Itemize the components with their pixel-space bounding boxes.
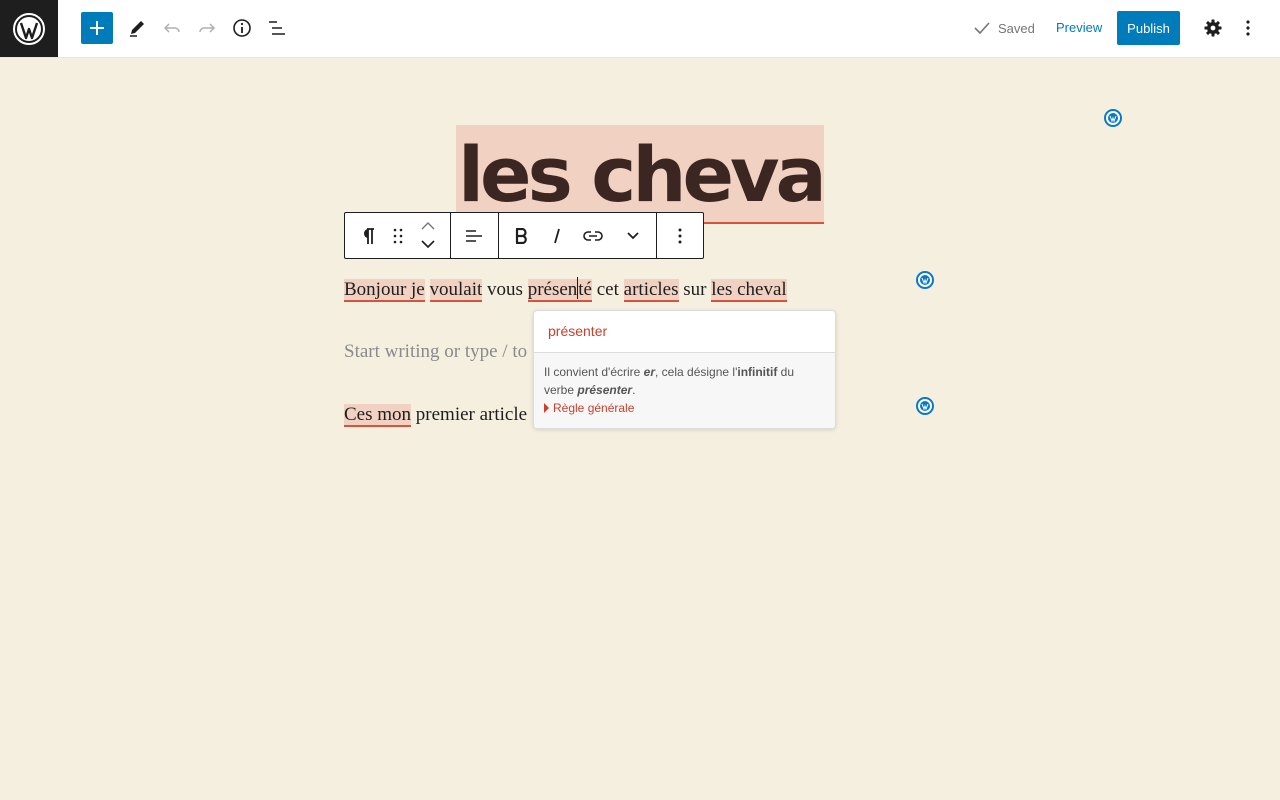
post-title[interactable]: les cheval <box>456 125 824 224</box>
checkmark-icon <box>974 22 990 35</box>
chevron-down-icon <box>421 240 435 248</box>
grammar-error-highlight[interactable]: voulait <box>429 279 483 302</box>
drag-handle[interactable] <box>385 213 411 258</box>
block-options-button[interactable] <box>665 213 695 258</box>
grammar-check-marker-icon[interactable] <box>1104 109 1122 127</box>
pencil-icon <box>130 21 144 37</box>
explanation-emphasis: er <box>643 365 656 379</box>
align-button[interactable] <box>459 213 489 258</box>
caret-right-icon <box>544 403 549 413</box>
chevron-down-icon <box>627 231 639 239</box>
saved-label: Saved <box>998 20 1035 36</box>
publish-button[interactable]: Publish <box>1117 11 1180 45</box>
gear-icon <box>1204 19 1222 37</box>
align-left-icon <box>466 229 482 242</box>
tools-button[interactable] <box>120 11 154 45</box>
list-view-button[interactable] <box>260 11 294 45</box>
paragraph-block[interactable]: Ces mon premier article <box>344 404 528 427</box>
undo-button[interactable] <box>155 11 189 45</box>
grammar-error-highlight[interactable]: les cheval <box>711 279 787 302</box>
move-up-button[interactable] <box>415 217 441 235</box>
explanation-fragment: . <box>632 383 636 397</box>
more-vertical-icon <box>678 228 682 243</box>
paragraph-block-button[interactable] <box>355 213 381 258</box>
pilcrow-icon <box>364 227 374 244</box>
grammar-suggestion-popup: présenter Il convient d'écrire er, cela … <box>533 310 836 429</box>
suggestion-replacement[interactable]: présenter <box>534 311 835 353</box>
text-fragment: té <box>578 279 592 300</box>
wordpress-logo-icon[interactable] <box>0 0 58 57</box>
rule-label: Règle générale <box>553 401 635 415</box>
details-button[interactable] <box>225 11 259 45</box>
bold-icon <box>515 227 527 244</box>
grammar-error-highlight[interactable]: Ces mon <box>344 404 412 427</box>
toolbar-divider <box>498 213 499 258</box>
undo-icon <box>163 23 180 33</box>
explanation-fragment: Il convient d'écrire <box>544 365 644 379</box>
empty-paragraph-placeholder[interactable]: Start writing or type / to <box>344 341 527 363</box>
drag-handle-icon <box>393 228 403 243</box>
toolbar-divider <box>656 213 657 258</box>
move-down-button[interactable] <box>415 235 441 253</box>
toolbar-divider <box>450 213 451 258</box>
explanation-emphasis: infinitif <box>737 365 778 379</box>
link-button[interactable] <box>578 213 608 258</box>
block-toolbar <box>344 212 704 259</box>
explanation-emphasis: présenter <box>577 383 633 397</box>
list-view-icon <box>269 21 285 35</box>
italic-button[interactable] <box>543 213 571 258</box>
saved-status: Saved <box>974 18 1035 38</box>
grammar-error-highlight[interactable]: articles <box>623 279 679 302</box>
italic-icon <box>554 228 560 243</box>
link-icon <box>583 230 603 241</box>
grammar-check-marker-icon[interactable] <box>916 397 934 415</box>
explanation-fragment: , cela désigne l' <box>655 365 738 379</box>
grammar-error-highlight[interactable]: Bonjour je <box>344 279 425 302</box>
redo-button[interactable] <box>190 11 224 45</box>
paragraph-block[interactable]: Bonjour je voulait vous présenté cet art… <box>344 277 787 302</box>
text-fragment: premier article <box>415 404 528 425</box>
more-rich-text-button[interactable] <box>618 213 648 258</box>
suggestion-explanation-text: Il convient d'écrire er, cela désigne l'… <box>544 363 825 399</box>
text-word: cet <box>596 279 619 300</box>
grammar-check-marker-icon[interactable] <box>916 271 934 289</box>
preview-button[interactable]: Preview <box>1056 20 1102 35</box>
add-block-button[interactable] <box>81 12 113 44</box>
rule-link[interactable]: Règle générale <box>544 399 825 417</box>
redo-icon <box>199 23 216 33</box>
text-word: sur <box>683 279 707 300</box>
bold-button[interactable] <box>507 213 535 258</box>
settings-button[interactable] <box>1196 11 1230 45</box>
options-button[interactable] <box>1231 11 1265 45</box>
more-vertical-icon <box>1246 20 1250 36</box>
text-fragment: présen <box>527 279 578 300</box>
editor-header: Saved Preview Publish <box>0 0 1280 58</box>
text-word: vous <box>487 279 523 300</box>
grammar-error-highlight[interactable]: présenté <box>527 277 592 302</box>
suggestion-explanation: Il convient d'écrire er, cela désigne l'… <box>534 353 835 428</box>
plus-icon <box>90 21 104 35</box>
chevron-up-icon <box>421 222 435 230</box>
info-icon <box>233 19 251 37</box>
